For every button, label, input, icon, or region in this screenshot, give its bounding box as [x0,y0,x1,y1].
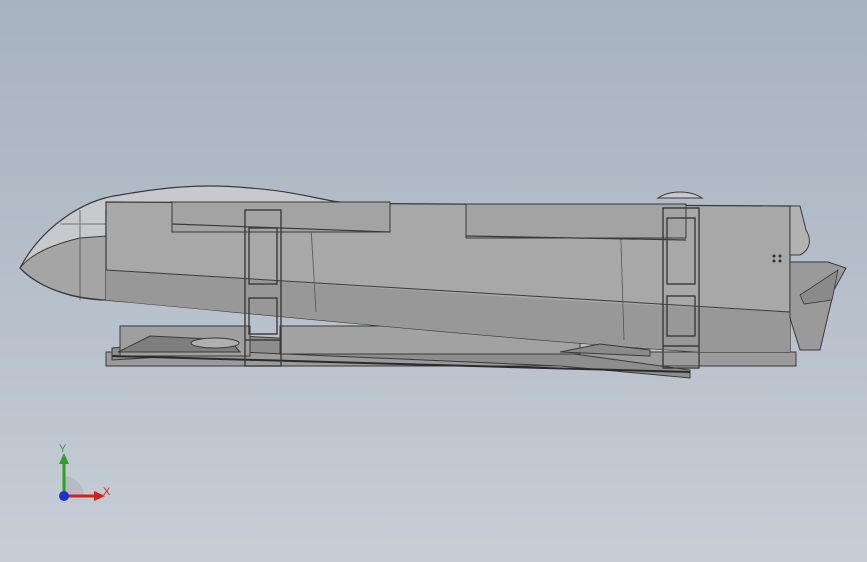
x-axis-label: X [103,486,111,498]
z-axis-dot [59,491,69,501]
aircraft-fuselage-model[interactable] [0,0,867,562]
y-axis-label: Y [59,443,67,455]
coordinate-triad: Y X [48,440,118,510]
graphics-viewport[interactable]: Y X [0,0,867,562]
